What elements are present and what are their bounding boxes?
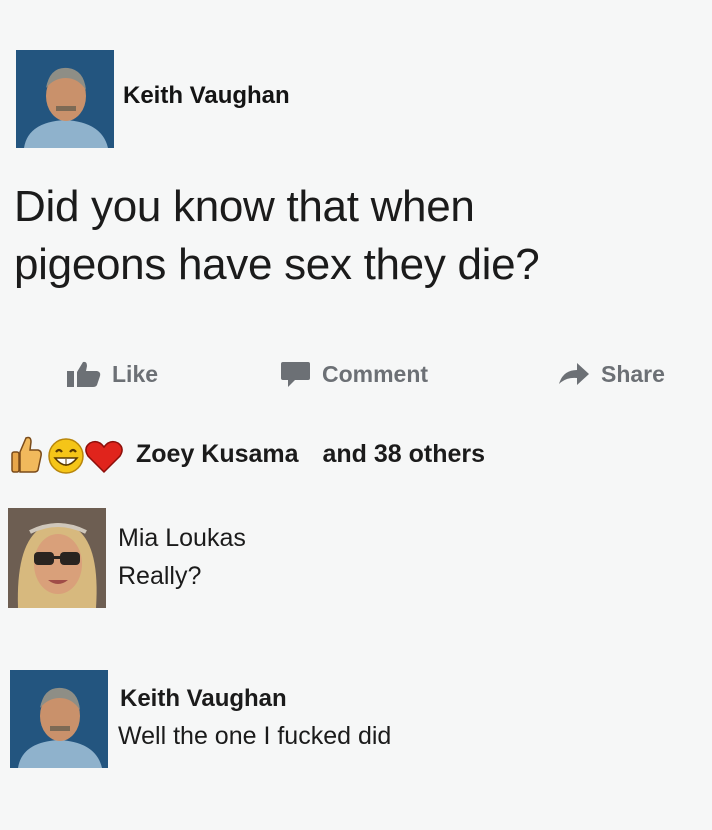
comment-text: Really? — [118, 562, 202, 590]
heart-icon — [85, 440, 123, 474]
comment-author[interactable]: Keith Vaughan — [120, 685, 287, 713]
comment-button[interactable]: Comment — [280, 360, 428, 388]
like-label: Like — [112, 360, 159, 387]
post-text: Did you know that when pigeons have sex … — [14, 178, 540, 294]
comment-avatar[interactable] — [8, 508, 106, 608]
post-text-line-1: Did you know that when — [14, 182, 475, 231]
comment-author[interactable]: Mia Loukas — [118, 524, 246, 553]
grin-emoji-icon — [48, 438, 84, 474]
comment-label: Comment — [322, 360, 429, 387]
avatar-portrait-icon — [16, 50, 114, 148]
thumbs-up-icon — [11, 436, 42, 473]
share-label: Share — [601, 360, 665, 387]
avatar-portrait-icon — [8, 508, 106, 608]
share-arrow-icon — [559, 363, 589, 385]
post-text-line-2: pigeons have sex they die? — [14, 240, 540, 289]
post-author-name[interactable]: Keith Vaughan — [123, 82, 290, 110]
reaction-top-name[interactable]: Zoey Kusama — [136, 440, 299, 468]
like-button[interactable]: Like — [66, 360, 158, 388]
reaction-summary[interactable]: Zoey Kusama and 38 others — [136, 440, 485, 469]
author-avatar[interactable] — [16, 50, 114, 148]
reactions-icons[interactable] — [8, 432, 126, 476]
reaction-others-count[interactable]: and 38 others — [322, 440, 485, 468]
comment-avatar[interactable] — [10, 670, 108, 768]
comment-bubble-icon — [281, 362, 310, 387]
share-button[interactable]: Share — [557, 360, 665, 388]
avatar-portrait-icon — [10, 670, 108, 768]
comment-text: Well the one I fucked did — [118, 722, 392, 750]
thumbs-up-icon — [67, 361, 101, 387]
